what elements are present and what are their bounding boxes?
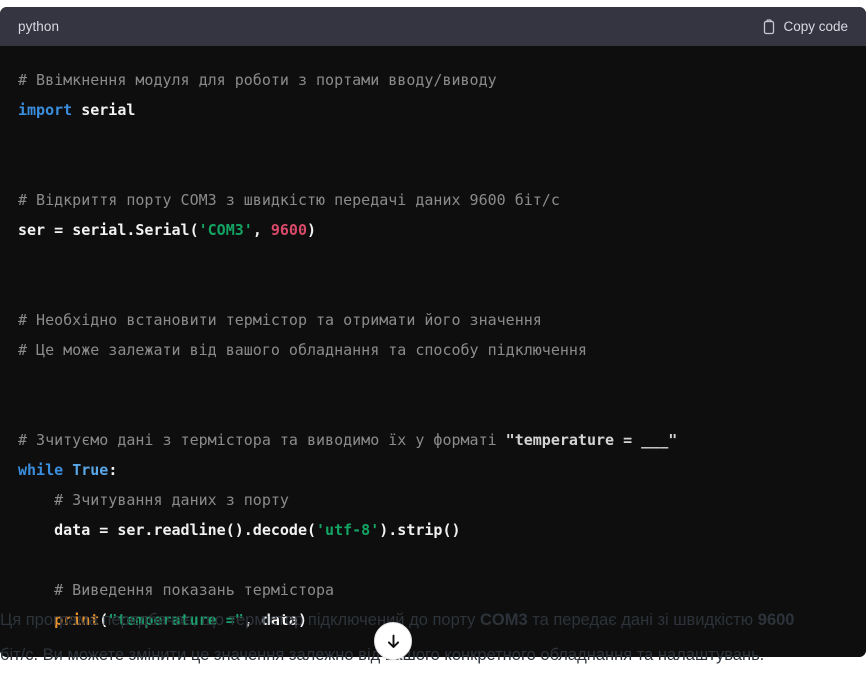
code-token: # Зчитування даних з порту (18, 491, 289, 509)
code-token: # Відкриття порту COM3 з швидкістю перед… (18, 191, 560, 209)
code-line: # Зчитуємо дані з термістора та виводимо… (18, 425, 848, 455)
arrow-down-icon (385, 633, 402, 650)
code-token: ).strip() (379, 521, 461, 539)
prose-emphasis: 9600 (757, 610, 795, 629)
scroll-to-bottom-button[interactable] (374, 622, 412, 660)
code-line: while True: (18, 455, 848, 485)
code-line: ser = serial.Serial('COM3', 9600) (18, 215, 848, 245)
copy-code-button[interactable]: Copy code (762, 18, 848, 35)
code-token: data (18, 521, 91, 539)
code-token: while (18, 461, 64, 479)
code-token: ) (307, 221, 317, 239)
prose-emphasis: COM3 (479, 610, 528, 629)
code-token: # Ввімкнення модуля для роботи з портами… (18, 71, 497, 89)
code-token: 'utf-8' (316, 521, 380, 539)
code-token: # Необхідно встановити термістор та отри… (18, 311, 542, 329)
prose-text: Ця програма передбачає, що термістор під… (0, 610, 480, 629)
code-token: # Це може залежати від вашого обладнання… (18, 341, 587, 359)
code-block: python Copy code # Ввімкнення модуля для… (0, 7, 866, 657)
code-line: # Необхідно встановити термістор та отри… (18, 305, 848, 335)
code-line: # Відкриття порту COM3 з швидкістю перед… (18, 185, 848, 215)
code-content[interactable]: # Ввімкнення модуля для роботи з портами… (0, 46, 866, 657)
copy-code-label: Copy code (783, 19, 848, 34)
code-token: # Зчитуємо дані з термістора та виводимо… (18, 431, 506, 449)
chat-message-panel: python Copy code # Ввімкнення модуля для… (0, 0, 866, 698)
code-token: serial.Serial( (72, 221, 199, 239)
code-token: = (45, 221, 73, 239)
clipboard-icon (762, 18, 776, 35)
code-token: 9600 (270, 221, 307, 239)
code-line: # Виведення показань термістора (18, 575, 848, 605)
code-token: serial (81, 101, 136, 119)
code-token: , (252, 221, 271, 239)
prose-text: та передає дані зі швидкістю (527, 610, 758, 629)
code-token: = (90, 521, 118, 539)
code-token: import (18, 101, 73, 119)
code-token: # Виведення показань термістора (18, 581, 335, 599)
code-token: ser.readline().decode( (117, 521, 317, 539)
code-token: : (108, 461, 118, 479)
code-language-label: python (18, 19, 60, 34)
code-block-header: python Copy code (0, 7, 866, 46)
code-token: True (72, 461, 109, 479)
code-line: # Ввімкнення модуля для роботи з портами… (18, 65, 848, 95)
code-token: 'COM3' (198, 221, 253, 239)
code-line: data = ser.readline().decode('utf-8').st… (18, 515, 848, 545)
code-line: import serial (18, 95, 848, 125)
code-token: "temperature = ___" (505, 431, 678, 449)
code-line: # Зчитування даних з порту (18, 485, 848, 515)
code-line: # Це може залежати від вашого обладнання… (18, 335, 848, 365)
code-token: ser (18, 221, 46, 239)
